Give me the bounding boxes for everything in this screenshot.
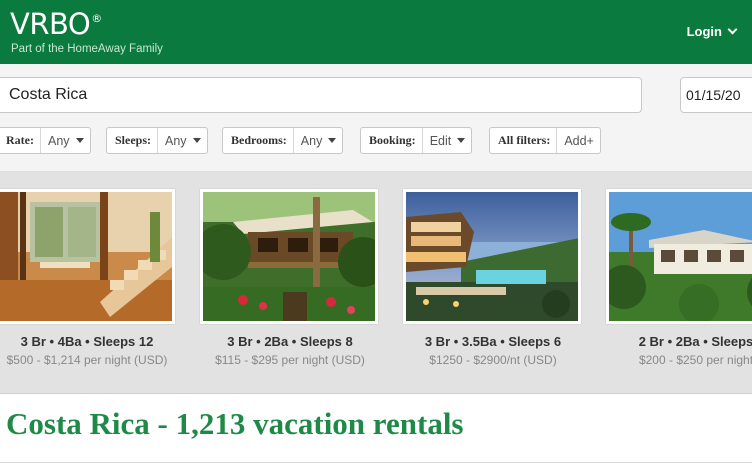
listing-price: $200 - $250 per night: [638, 353, 752, 367]
checkin-date-input[interactable]: 01/15/20: [680, 77, 752, 113]
bedrooms-filter-value: Any: [300, 133, 323, 148]
all-filters[interactable]: All filters: Add+: [489, 127, 601, 154]
listing-specs: 3 Br • 3.5Ba • Sleeps 6: [424, 334, 562, 349]
listing-specs: 3 Br • 2Ba • Sleeps 8: [227, 334, 353, 349]
listings-strip: 3 Br • 4Ba • Sleeps 12 $500 - $1,214 per…: [0, 172, 752, 394]
site-header: VRBO® Part of the HomeAway Family Login: [0, 0, 752, 64]
bedrooms-filter-dropdown[interactable]: Any: [294, 134, 343, 148]
listing-card[interactable]: 3 Br • 3.5Ba • Sleeps 6 $1250 - $2900/nt…: [403, 189, 583, 368]
listing-photo[interactable]: [606, 189, 752, 324]
divider: [0, 462, 752, 463]
listing-price: $115 - $295 per night (USD): [215, 353, 365, 367]
listing-price: $1250 - $2900/nt (USD): [429, 353, 557, 367]
rate-filter-dropdown[interactable]: Any: [41, 134, 90, 148]
listing-photo-palm-house: [609, 192, 752, 321]
dropdown-caret-icon: [75, 138, 84, 143]
all-filters-label: All filters:: [490, 128, 558, 153]
rate-filter-label: Rate:: [0, 128, 41, 153]
bedrooms-filter-label: Bedrooms:: [223, 128, 294, 153]
registered-mark: ®: [91, 12, 102, 25]
listing-specs: 2 Br • 2Ba • Sleeps: [638, 334, 752, 349]
listing-card[interactable]: 3 Br • 4Ba • Sleeps 12 $500 - $1,214 per…: [0, 189, 177, 368]
add-filter-button[interactable]: Add+: [557, 134, 600, 148]
login-button[interactable]: Login: [686, 24, 738, 39]
logo-text: VRBO: [10, 7, 91, 41]
rate-filter-value: Any: [47, 133, 70, 148]
booking-filter-dropdown[interactable]: Edit: [423, 134, 472, 148]
booking-filter-value: Edit: [429, 133, 452, 148]
dropdown-caret-icon: [328, 138, 337, 143]
listing-photo[interactable]: [0, 189, 175, 324]
booking-filter[interactable]: Booking: Edit: [360, 127, 473, 154]
location-search-input[interactable]: Costa Rica: [0, 77, 642, 113]
bedrooms-filter[interactable]: Bedrooms: Any: [222, 127, 344, 154]
listing-photo-ocean-pool: [406, 192, 578, 321]
sleeps-filter-value: Any: [165, 133, 187, 148]
dropdown-caret-icon: [192, 138, 201, 143]
vrbo-logo[interactable]: VRBO®: [10, 8, 102, 47]
listing-card[interactable]: 2 Br • 2Ba • Sleeps $200 - $250 per nigh…: [606, 189, 752, 368]
listing-card[interactable]: 3 Br • 2Ba • Sleeps 8 $115 - $295 per ni…: [200, 189, 380, 368]
sleeps-filter-label: Sleeps:: [107, 128, 158, 153]
listing-photo-interior: [0, 192, 172, 321]
listing-price: $500 - $1,214 per night (USD): [6, 353, 168, 367]
listing-specs: 3 Br • 4Ba • Sleeps 12: [20, 334, 154, 349]
sleeps-filter-dropdown[interactable]: Any: [158, 134, 207, 148]
results-title: Costa Rica - 1,213 vacation rentals: [6, 406, 464, 441]
booking-filter-label: Booking:: [361, 128, 423, 153]
sleeps-filter[interactable]: Sleeps: Any: [106, 127, 208, 154]
chevron-down-icon: [727, 24, 738, 35]
tagline: Part of the HomeAway Family: [11, 43, 163, 55]
listing-photo[interactable]: [200, 189, 378, 324]
listing-photo[interactable]: [403, 189, 581, 324]
login-label: Login: [686, 24, 722, 39]
listing-photo-jungle-house: [203, 192, 375, 321]
dropdown-caret-icon: [457, 138, 466, 143]
search-bar: Costa Rica 01/15/20 Rate: Any Sleeps: An…: [0, 64, 752, 172]
rate-filter[interactable]: Rate: Any: [0, 127, 91, 154]
